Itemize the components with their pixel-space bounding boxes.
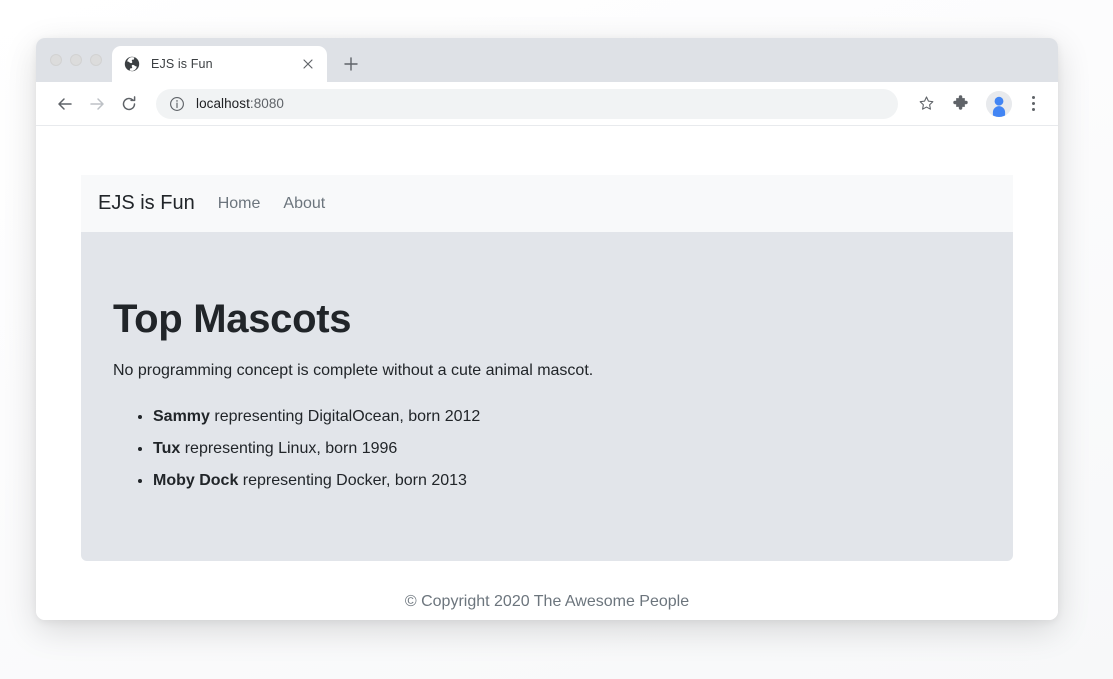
mascot-detail: representing Docker, born 2013 [238,472,467,489]
window-minimize-button[interactable] [70,54,82,66]
mascot-name: Tux [153,440,181,457]
list-item: Moby Dock representing Docker, born 2013 [153,469,981,493]
page-footer: © Copyright 2020 The Awesome People [404,593,690,610]
close-icon[interactable] [299,55,317,73]
reload-icon[interactable] [114,89,144,119]
navbar-brand[interactable]: EJS is Fun [98,192,195,215]
site-navbar: EJS is Fun Home About [81,175,1013,232]
three-dot-menu-icon[interactable] [1020,90,1046,118]
list-item: Sammy representing DigitalOcean, born 20… [153,405,981,429]
url-port: :8080 [249,96,285,111]
nav-link-about[interactable]: About [283,195,325,213]
window-close-button[interactable] [50,54,62,66]
navbar-links: Home About [218,195,326,213]
mascot-name: Moby Dock [153,472,239,489]
browser-window: EJS is Fun localhost:8080 EJS is Fun Hom… [36,38,1058,620]
puzzle-piece-icon[interactable] [946,90,974,118]
avatar[interactable] [986,90,1012,117]
mascot-list: Sammy representing DigitalOcean, born 20… [113,405,981,493]
mascot-name: Sammy [153,408,210,425]
forward-arrow-icon[interactable] [82,89,112,119]
address-bar-url: localhost:8080 [196,96,284,111]
mascot-detail: representing DigitalOcean, born 2012 [209,408,481,425]
page-lead-text: No programming concept is complete witho… [113,362,594,379]
window-traffic-lights [44,38,112,82]
back-arrow-icon[interactable] [50,89,80,119]
page-content: EJS is Fun Home About Top Mascots No pro… [36,126,1058,611]
browser-tab-title: EJS is Fun [151,57,213,71]
page-title: Top Mascots [113,297,352,341]
jumbotron: Top Mascots No programming concept is co… [81,232,1013,561]
url-host: localhost [196,96,250,111]
nav-link-home[interactable]: Home [218,195,261,213]
list-item: Tux representing Linux, born 1996 [153,437,981,461]
globe-icon [124,56,140,72]
browser-tab-active[interactable]: EJS is Fun [112,46,327,82]
browser-tab-strip: EJS is Fun [36,38,1058,82]
window-maximize-button[interactable] [90,54,102,66]
browser-toolbar: localhost:8080 [36,82,1058,126]
mascot-detail: representing Linux, born 1996 [180,440,398,457]
info-icon[interactable] [169,96,185,112]
page-viewport: EJS is Fun Home About Top Mascots No pro… [36,126,1058,620]
star-icon[interactable] [912,90,940,118]
new-tab-button[interactable] [337,50,365,78]
address-bar[interactable]: localhost:8080 [156,88,898,119]
